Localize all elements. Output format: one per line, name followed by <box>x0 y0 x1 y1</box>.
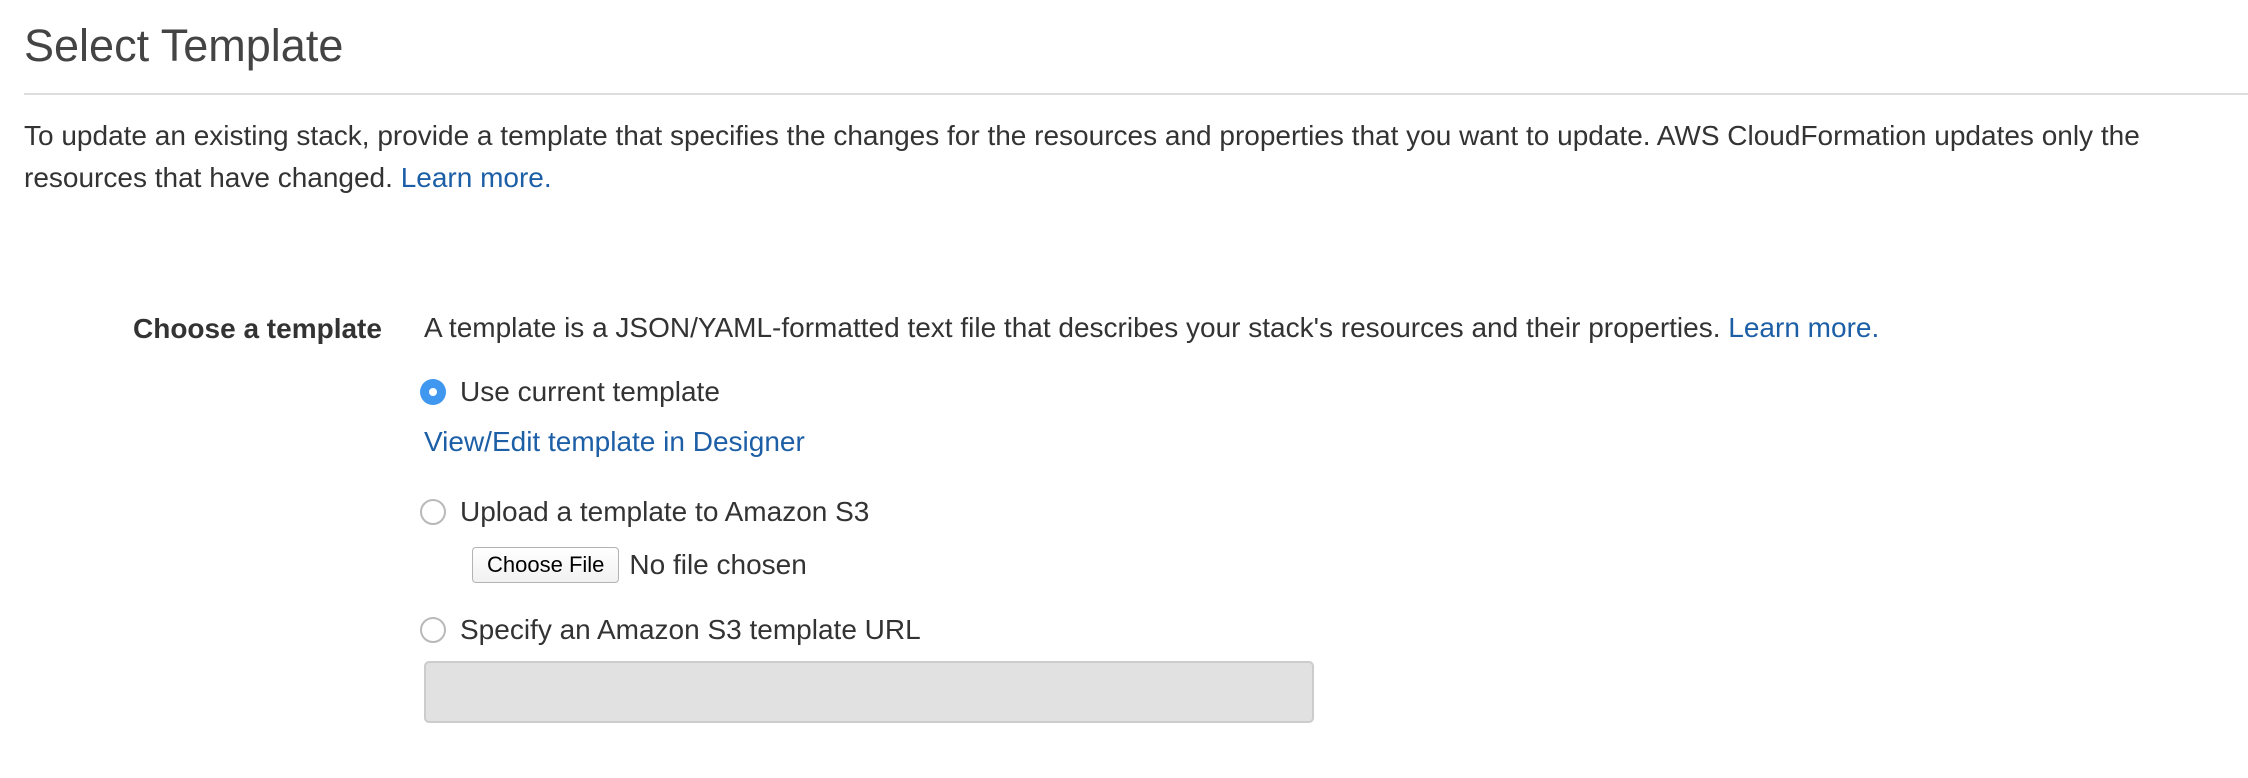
file-upload: Choose File No file chosen <box>472 545 807 585</box>
view-edit-designer-link[interactable]: View/Edit template in Designer <box>424 422 805 462</box>
file-status: No file chosen <box>629 549 807 580</box>
s3-template-url-input[interactable] <box>424 661 1314 723</box>
title-divider <box>24 93 2248 95</box>
choose-file-button[interactable]: Choose File <box>472 547 620 583</box>
radio-button-checked[interactable] <box>420 379 446 405</box>
radio-specify-s3-url[interactable]: Specify an Amazon S3 template URL <box>420 610 921 650</box>
radio-label: Use current template <box>460 376 720 407</box>
intro-learn-more-link[interactable]: Learn more. <box>401 162 552 193</box>
radio-button[interactable] <box>420 499 446 525</box>
template-description: A template is a JSON/YAML-formatted text… <box>424 308 1879 348</box>
choose-template-label: Choose a template <box>133 313 382 344</box>
page-title: Select Template <box>24 20 344 71</box>
radio-button[interactable] <box>420 617 446 643</box>
radio-label: Upload a template to Amazon S3 <box>460 496 870 527</box>
template-description-text: A template is a JSON/YAML-formatted text… <box>424 312 1729 343</box>
intro-text: To update an existing stack, provide a t… <box>24 120 2140 193</box>
radio-use-current-template[interactable]: Use current template <box>420 372 720 412</box>
template-learn-more-link[interactable]: Learn more. <box>1728 312 1879 343</box>
radio-upload-to-s3[interactable]: Upload a template to Amazon S3 <box>420 492 869 532</box>
intro-paragraph: To update an existing stack, provide a t… <box>24 115 2214 199</box>
radio-label: Specify an Amazon S3 template URL <box>460 614 921 645</box>
